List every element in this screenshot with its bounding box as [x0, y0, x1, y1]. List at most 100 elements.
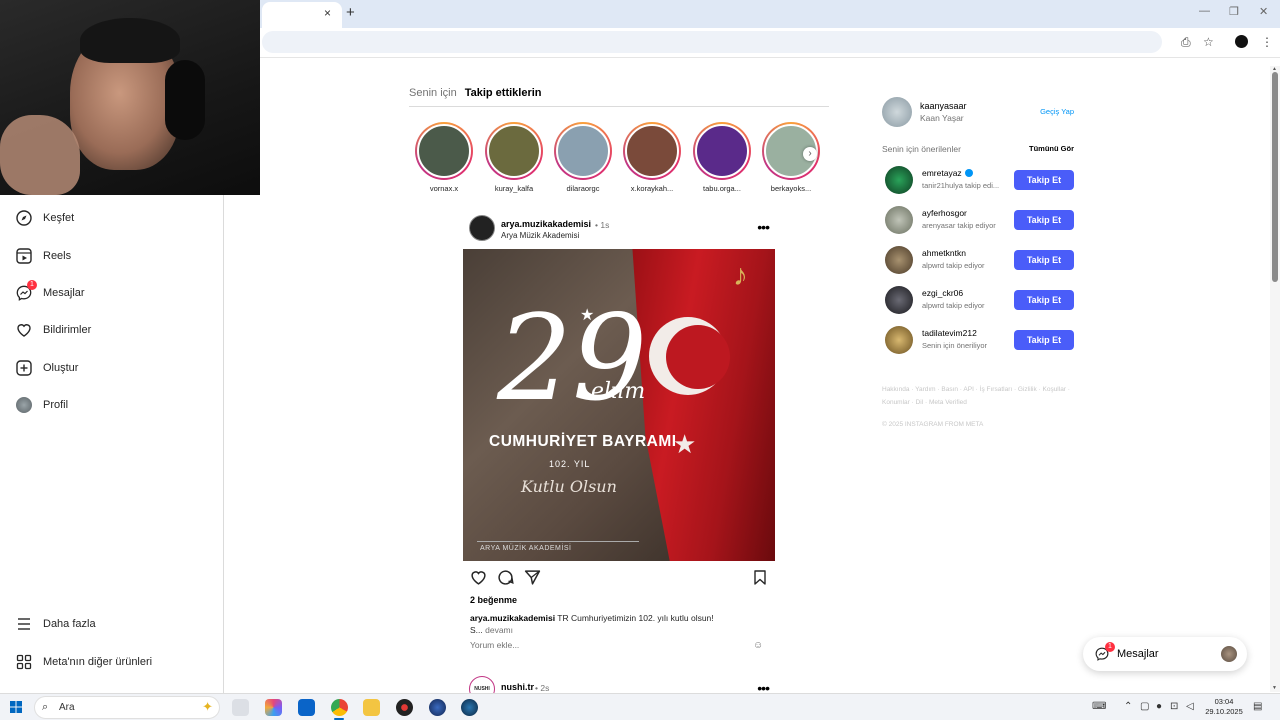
- switch-account-link[interactable]: Geçiş Yap: [1040, 107, 1074, 116]
- tab-for-you[interactable]: Senin için: [409, 87, 457, 106]
- suggestion-avatar[interactable]: [885, 286, 913, 314]
- steam-alt-icon[interactable]: [429, 699, 446, 716]
- suggestion-username[interactable]: ahmetkntkn: [922, 248, 966, 258]
- browser-menu-icon[interactable]: ⋮: [1261, 35, 1273, 49]
- follow-button[interactable]: Takip Et: [1014, 330, 1074, 350]
- suggestion-username-text: emretayaz: [922, 168, 962, 178]
- network-icon[interactable]: ⊡: [1170, 701, 1178, 712]
- footer-links[interactable]: Hakkında · Yardım · Basın · API · İş Fır…: [882, 383, 1082, 409]
- post-username[interactable]: arya.muzikakademisi: [501, 219, 591, 229]
- caption-username[interactable]: arya.muzikakademisi: [470, 613, 555, 623]
- caption-more-link[interactable]: devamı: [485, 625, 513, 635]
- tray-chevron-icon[interactable]: ⌃: [1124, 701, 1132, 712]
- bookmark-star-icon[interactable]: ☆: [1203, 35, 1214, 49]
- story-item[interactable]: vornax.x: [414, 122, 474, 193]
- tab-following[interactable]: Takip ettiklerin: [465, 87, 542, 106]
- suggestion-avatar[interactable]: [885, 206, 913, 234]
- suggestions-title: Senin için önerilenler: [882, 144, 961, 154]
- caption-text: TR Cumhuriyetimizin 102. yılı kutlu olsu…: [557, 613, 714, 623]
- story-item[interactable]: tabu.orga...: [692, 122, 752, 193]
- system-clock[interactable]: 03:04 29.10.2025: [1204, 697, 1244, 717]
- likes-count[interactable]: 2 beğenme: [470, 595, 517, 605]
- chrome-icon[interactable]: [331, 699, 348, 716]
- post-options-icon[interactable]: •••: [757, 219, 770, 235]
- story-item[interactable]: kuray_kalfa: [484, 122, 544, 193]
- scrollbar-thumb[interactable]: [1272, 72, 1278, 282]
- see-all-link[interactable]: Tümünü Gör: [1029, 144, 1074, 153]
- suggestion-username[interactable]: ezgi_ckr06: [922, 288, 963, 298]
- post-avatar[interactable]: [469, 215, 495, 241]
- next-post-header: NUSHI nushi.tr • 2s •••: [469, 676, 775, 702]
- task-view-icon[interactable]: [232, 699, 249, 716]
- new-tab-icon[interactable]: +: [346, 4, 355, 21]
- follow-button[interactable]: Takip Et: [1014, 170, 1074, 190]
- close-window-icon[interactable]: ✕: [1259, 5, 1268, 18]
- sidebar: Keşfet Reels 1 Mesajlar Bildirimler Oluş…: [0, 195, 224, 693]
- sidebar-item-create[interactable]: Oluştur: [16, 356, 78, 380]
- story-avatar: [417, 124, 471, 178]
- save-bookmark-icon[interactable]: [752, 569, 768, 586]
- notifications-icon[interactable]: ▤: [1253, 701, 1262, 712]
- webcam-headphones: [165, 60, 205, 140]
- microphone-icon[interactable]: ●: [1156, 701, 1162, 712]
- sidebar-item-messages[interactable]: 1 Mesajlar: [16, 280, 85, 305]
- sidebar-item-label: Bildirimler: [43, 324, 92, 336]
- outlook-icon[interactable]: [298, 699, 315, 716]
- post-image[interactable]: ★ ♪ 29 ★ ekim CUMHURİYET BAYRAMI 102. YI…: [463, 249, 775, 561]
- like-heart-icon[interactable]: [470, 569, 487, 586]
- sidebar-item-label: Daha fazla: [43, 618, 96, 630]
- stories-next-button[interactable]: ›: [803, 147, 817, 161]
- url-input[interactable]: [262, 31, 1162, 53]
- share-icon[interactable]: [524, 569, 541, 586]
- sidebar-item-label: Keşfet: [43, 212, 75, 224]
- next-post-username[interactable]: nushi.tr: [501, 682, 534, 692]
- suggestion-username[interactable]: tadilatevim212: [922, 328, 977, 338]
- windows-start-icon[interactable]: [10, 701, 22, 713]
- emoji-icon[interactable]: ☺: [753, 640, 763, 651]
- search-icon: ⌕: [42, 701, 49, 713]
- suggestion-avatar[interactable]: [885, 166, 913, 194]
- sidebar-item-more[interactable]: Daha fazla: [16, 612, 96, 636]
- messages-pill[interactable]: 1 Mesajlar: [1083, 637, 1247, 671]
- sidebar-item-meta-products[interactable]: Meta'nın diğer ürünleri: [16, 650, 152, 674]
- sidebar-item-notifications[interactable]: Bildirimler: [16, 318, 91, 342]
- follow-button[interactable]: Takip Et: [1014, 290, 1074, 310]
- story-username: kuray_kalfa: [494, 184, 534, 193]
- install-app-icon[interactable]: ⎙: [1181, 35, 1191, 50]
- steam-icon[interactable]: [461, 699, 478, 716]
- comment-input[interactable]: Yorum ekle...: [470, 640, 770, 654]
- story-avatar: [695, 124, 749, 178]
- copilot-icon[interactable]: [265, 699, 282, 716]
- page-scrollbar[interactable]: ▲ ▼: [1270, 66, 1280, 692]
- tray-app-icon[interactable]: ▢: [1140, 701, 1149, 712]
- sidebar-item-reels[interactable]: Reels: [16, 244, 71, 268]
- clock-time: 03:04: [1214, 697, 1234, 706]
- suggestion-subtitle: arenyasar takip ediyor: [922, 221, 996, 230]
- follow-button[interactable]: Takip Et: [1014, 210, 1074, 230]
- suggestion-username[interactable]: emretayaz: [922, 168, 973, 178]
- current-user-avatar[interactable]: [882, 97, 912, 127]
- story-item[interactable]: dilaraorgc: [553, 122, 613, 193]
- story-item[interactable]: x.koraykah...: [622, 122, 682, 193]
- browser-profile-avatar[interactable]: [1235, 35, 1248, 48]
- taskbar-search[interactable]: ⌕ Ara ✦: [34, 696, 220, 719]
- suggestion-avatar[interactable]: [885, 326, 913, 354]
- file-explorer-icon[interactable]: [363, 699, 380, 716]
- follow-button[interactable]: Takip Et: [1014, 250, 1074, 270]
- tab-close-icon[interactable]: ×: [324, 6, 331, 20]
- suggestion-item: ahmetkntkn alpwrd takip ediyor Takip Et: [885, 245, 1074, 275]
- minimize-icon[interactable]: —: [1199, 5, 1210, 17]
- sidebar-item-label: Oluştur: [43, 362, 79, 374]
- sidebar-item-explore[interactable]: Keşfet: [16, 206, 74, 230]
- restore-icon[interactable]: ❐: [1229, 5, 1239, 18]
- volume-icon[interactable]: ◁: [1186, 701, 1194, 712]
- comment-icon[interactable]: [497, 569, 514, 586]
- current-username[interactable]: kaanyasaar: [920, 101, 967, 111]
- suggestion-item: emretayaz tanir21hulya takip edi... Taki…: [885, 165, 1074, 195]
- scroll-down-icon[interactable]: ▼: [1272, 685, 1277, 691]
- app-icon[interactable]: [396, 699, 413, 716]
- suggestion-username[interactable]: ayferhosgor: [922, 208, 967, 218]
- sidebar-item-profile[interactable]: Profil: [16, 393, 68, 417]
- keyboard-icon[interactable]: ⌨: [1092, 701, 1106, 712]
- suggestion-avatar[interactable]: [885, 246, 913, 274]
